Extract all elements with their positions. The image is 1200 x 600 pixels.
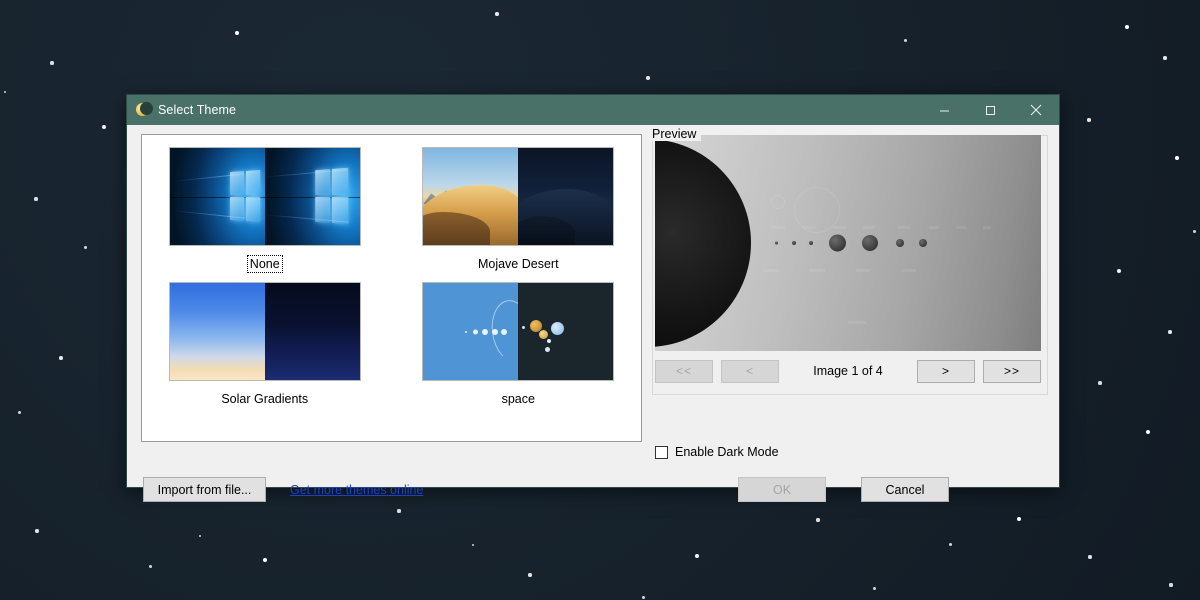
star-dot: [1168, 330, 1172, 334]
select-theme-dialog: Select Theme None Mojave Desert Solar Gr…: [126, 94, 1060, 502]
windows-hero-art: [169, 148, 265, 245]
enable-dark-mode-label[interactable]: Enable Dark Mode: [675, 445, 779, 459]
thumb-half-dark: [518, 283, 614, 380]
preview-legend: Preview: [652, 127, 702, 141]
star-dot: [948, 542, 952, 546]
star-dot: [262, 557, 268, 563]
theme-label-none[interactable]: None: [246, 255, 283, 273]
star-dot: [148, 564, 152, 568]
thumb-half-dark: [264, 148, 360, 245]
star-dot: [471, 543, 475, 547]
star-dot: [495, 12, 499, 16]
preview-nav-bar: << < Image 1 of 4 > >>: [655, 359, 1041, 383]
star-dot: [1087, 118, 1091, 122]
star-dot: [59, 356, 63, 360]
theme-thumbnail-solar-gradients[interactable]: [168, 282, 361, 381]
theme-item-solar-gradients[interactable]: Solar Gradients: [152, 278, 378, 407]
maximize-icon[interactable]: [967, 95, 1013, 125]
star-dot: [695, 554, 699, 558]
star-dot: [1145, 429, 1151, 435]
thumb-half-dark: [518, 148, 614, 245]
star-dot: [1124, 24, 1130, 30]
preview-last-button[interactable]: >>: [983, 359, 1041, 383]
mojave-light-art: [423, 148, 519, 245]
star-dot: [816, 518, 820, 522]
minimize-icon[interactable]: [921, 95, 967, 125]
thumb-half-light: [169, 283, 265, 380]
star-dot: [1169, 583, 1173, 587]
preview-sun: [655, 139, 751, 347]
preview-image: [655, 135, 1041, 351]
thumb-half-light: [169, 148, 265, 245]
star-dot: [1117, 269, 1121, 273]
star-dot: [3, 90, 7, 94]
windows-hero-art-dark: [264, 148, 360, 245]
star-dot: [34, 197, 38, 201]
star-dot: [234, 30, 240, 36]
star-dot: [198, 534, 202, 538]
star-dot: [397, 509, 401, 513]
close-icon[interactable]: [1013, 95, 1059, 125]
solar-light-art: [169, 283, 265, 380]
preview-prev-button[interactable]: <: [721, 359, 779, 383]
mojave-dark-art: [518, 148, 614, 245]
theme-label-mojave-desert[interactable]: Mojave Desert: [476, 256, 561, 272]
star-dot: [903, 38, 907, 42]
space-light-art: [423, 283, 519, 380]
thumb-half-light: [423, 148, 519, 245]
get-more-themes-link[interactable]: Get more themes online: [290, 483, 423, 497]
enable-dark-mode-row[interactable]: Enable Dark Mode: [655, 445, 779, 459]
space-dark-art: [518, 283, 614, 380]
theme-grid: None Mojave Desert Solar Gradients space: [152, 143, 631, 407]
ok-button[interactable]: OK: [738, 477, 826, 502]
star-dot: [646, 76, 650, 80]
star-dot: [528, 573, 532, 577]
theme-thumbnail-none[interactable]: [168, 147, 361, 246]
theme-item-space[interactable]: space: [406, 278, 632, 407]
preview-first-button[interactable]: <<: [655, 359, 713, 383]
star-dot: [1088, 555, 1092, 559]
star-dot: [35, 529, 39, 533]
thumb-half-dark: [264, 283, 360, 380]
star-dot: [83, 245, 87, 249]
dialog-body: None Mojave Desert Solar Gradients space…: [127, 125, 1059, 502]
enable-dark-mode-checkbox[interactable]: [655, 445, 668, 459]
theme-label-solar-gradients[interactable]: Solar Gradients: [219, 391, 310, 407]
star-dot: [50, 61, 54, 65]
preview-next-button[interactable]: >: [917, 359, 975, 383]
theme-item-none[interactable]: None: [152, 143, 378, 273]
theme-label-space[interactable]: space: [500, 391, 537, 407]
cancel-button[interactable]: Cancel: [861, 477, 949, 502]
theme-thumbnail-space[interactable]: [422, 282, 615, 381]
star-dot: [1192, 229, 1196, 233]
thumb-half-light: [423, 283, 519, 380]
preview-status-label: Image 1 of 4: [813, 364, 883, 378]
preview-group-box: Preview << < Image 1 of 4 > >>: [652, 127, 1048, 395]
star-dot: [1016, 516, 1022, 522]
window-titlebar[interactable]: Select Theme: [127, 95, 1059, 125]
star-dot: [1163, 56, 1167, 60]
window-title: Select Theme: [158, 103, 237, 117]
star-dot: [1174, 155, 1180, 161]
star-dot: [872, 586, 876, 590]
star-dot: [641, 595, 645, 599]
solar-dark-art: [264, 283, 360, 380]
theme-list-box[interactable]: None Mojave Desert Solar Gradients space: [141, 134, 642, 442]
star-dot: [17, 410, 21, 414]
theme-item-mojave-desert[interactable]: Mojave Desert: [406, 143, 632, 272]
star-dot: [102, 125, 106, 129]
star-dot: [1098, 381, 1102, 385]
theme-thumbnail-mojave-desert[interactable]: [422, 147, 615, 246]
import-from-file-button[interactable]: Import from file...: [143, 477, 266, 502]
eclipse-icon: [135, 102, 153, 118]
